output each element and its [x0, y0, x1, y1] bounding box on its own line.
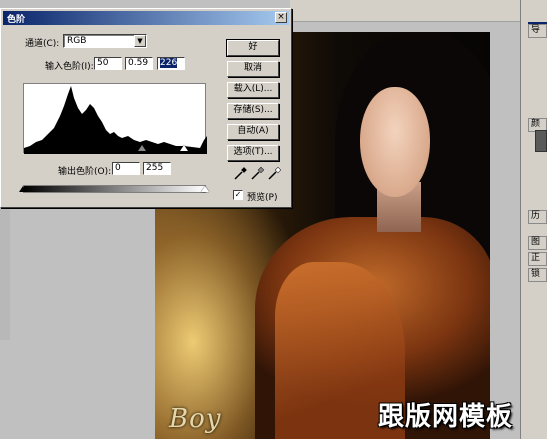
input-levels-label: 输入色阶(I):: [45, 62, 94, 72]
close-button[interactable]: ×: [275, 12, 287, 23]
layers-palette-tab[interactable]: 图: [528, 236, 547, 250]
poster-title: Boy: [169, 404, 222, 434]
dialog-title: 色阶: [7, 15, 26, 25]
white-point-slider[interactable]: [180, 145, 188, 151]
photo-face: [360, 87, 430, 197]
chevron-down-icon[interactable]: ▼: [134, 35, 146, 47]
white-eyedropper-icon[interactable]: [267, 167, 281, 181]
histogram-graph: [24, 86, 207, 154]
output-white-field[interactable]: 255: [143, 162, 171, 175]
black-eyedropper-icon[interactable]: [233, 167, 247, 181]
lock-label: 锁: [528, 268, 547, 282]
auto-button[interactable]: 自动(A): [227, 124, 279, 140]
channel-select[interactable]: RGB ▼: [63, 34, 147, 48]
levels-dialog: 色阶 × 通道(C): RGB ▼ 输入色阶(I): 50 0.59 226 输…: [0, 8, 292, 208]
toolbox-edge: [0, 200, 10, 340]
history-palette-tab[interactable]: 历: [528, 210, 547, 224]
gray-eyedropper-icon[interactable]: [250, 167, 264, 181]
gamma-slider[interactable]: [138, 145, 146, 151]
output-white-slider[interactable]: [201, 186, 209, 192]
histogram: [23, 83, 207, 154]
dialog-titlebar[interactable]: 色阶 ×: [3, 11, 289, 25]
load-button[interactable]: 载入(L)...: [227, 82, 279, 98]
input-white-value: 226: [160, 58, 178, 68]
output-gradient-bar: [23, 185, 206, 193]
watermark-text: 跟版网模板: [378, 402, 514, 432]
options-button[interactable]: 选项(T)...: [227, 145, 279, 161]
options-bar: [290, 0, 520, 22]
black-point-slider[interactable]: [52, 145, 60, 151]
channel-label: 通道(C):: [25, 39, 60, 49]
ok-button[interactable]: 好: [226, 39, 280, 57]
channel-value: RGB: [67, 36, 87, 46]
output-levels-label: 输出色阶(O):: [58, 167, 112, 177]
color-swatch[interactable]: [535, 130, 547, 152]
cancel-button[interactable]: 取消: [227, 61, 279, 77]
output-black-field[interactable]: 0: [112, 162, 140, 175]
preview-label[interactable]: 预览(P): [247, 190, 277, 203]
input-white-field[interactable]: 226: [157, 57, 185, 70]
blend-mode-field[interactable]: 正: [528, 252, 547, 266]
input-gamma-field[interactable]: 0.59: [125, 57, 153, 70]
navigator-tab[interactable]: 导: [528, 24, 547, 38]
output-black-slider[interactable]: [19, 186, 27, 192]
input-black-field[interactable]: 50: [94, 57, 122, 70]
save-button[interactable]: 存储(S)...: [227, 103, 279, 119]
preview-checkbox[interactable]: ✓: [233, 190, 243, 200]
